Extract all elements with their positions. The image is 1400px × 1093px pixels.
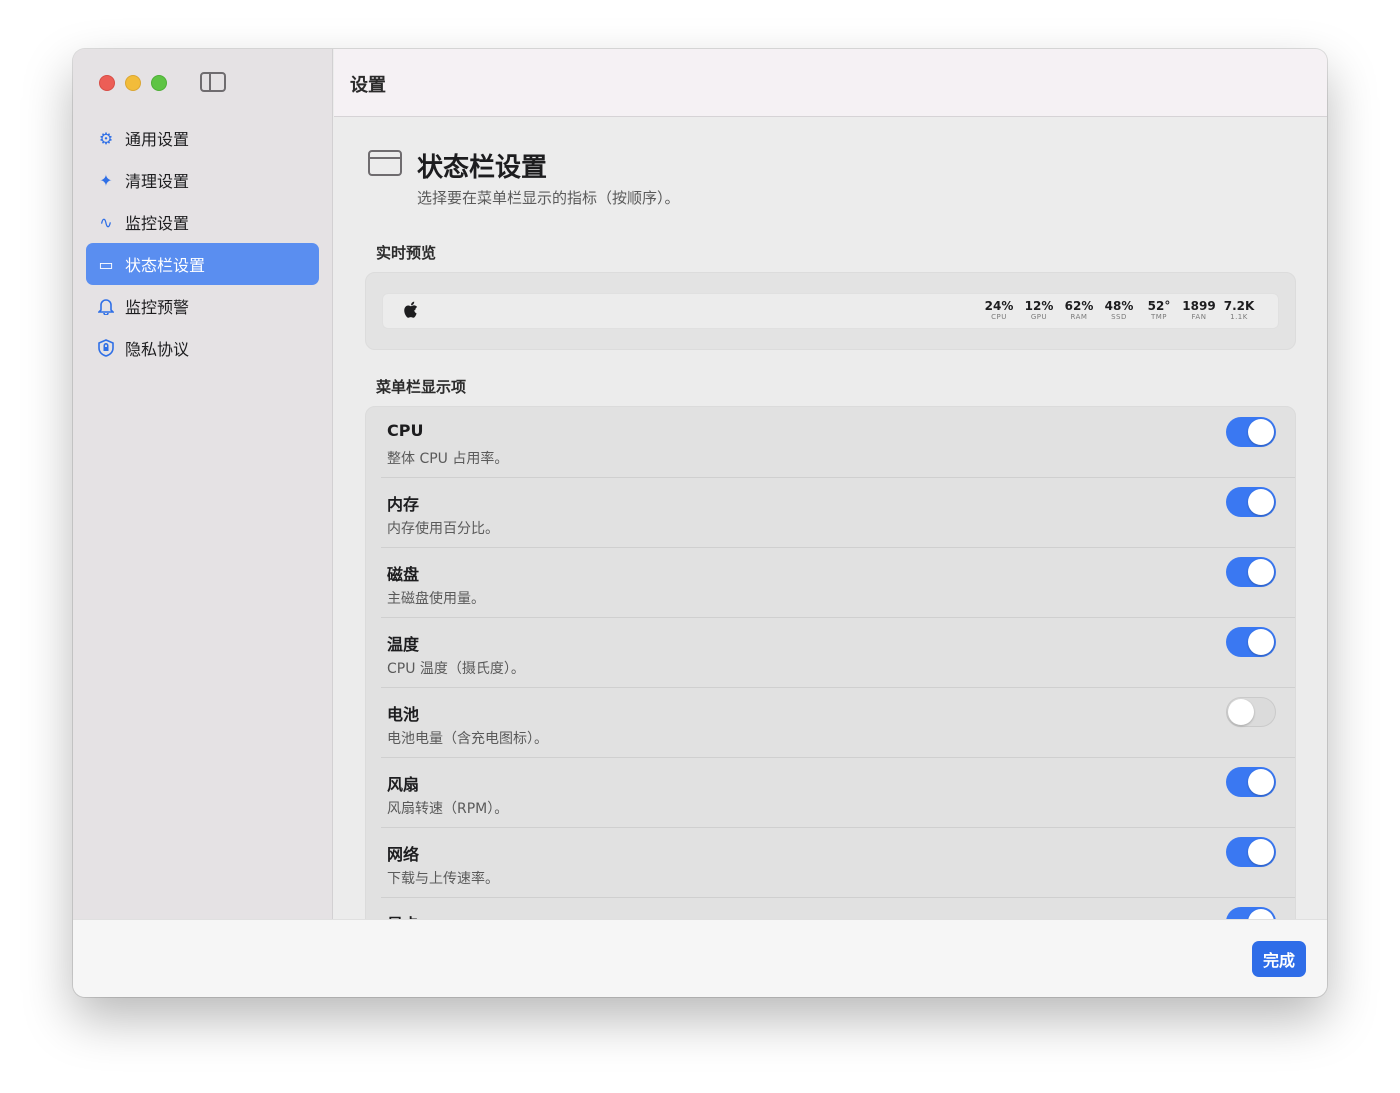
minimize-button[interactable]	[125, 75, 141, 91]
metric-label: SSD	[1111, 313, 1127, 321]
sidebar-item-label: 监控预警	[125, 298, 190, 317]
page-subtitle: 选择要在菜单栏显示的指标（按顺序）。	[417, 189, 680, 207]
item-name: CPU	[387, 421, 424, 440]
metric-gpu: 12% GPU	[1024, 299, 1054, 322]
list-item-fan: 风扇 风扇转速（RPM）。	[366, 757, 1295, 827]
sidebar-item-label: 清理设置	[125, 172, 190, 191]
item-description: 下载与上传速率。	[387, 871, 499, 887]
toggle-switch-temperature[interactable]	[1226, 627, 1276, 657]
settings-window: ⚙ 通用设置 ✦ 清理设置 ∿ 监控设置 ▭ 状态栏设置 监控预警 隐私协议 设…	[73, 49, 1327, 997]
item-description: CPU 温度（摄氏度）。	[387, 661, 525, 677]
toggle-switch-network[interactable]	[1226, 837, 1276, 867]
sparkle-icon: ✦	[99, 170, 113, 190]
item-description: 内存使用百分比。	[387, 521, 499, 537]
list-item-gpu: 显卡	[366, 897, 1295, 919]
done-button[interactable]: 完成	[1252, 941, 1306, 977]
metric-value: 48%	[1104, 299, 1134, 313]
item-name: 显卡	[387, 911, 419, 919]
sidebar-item-privacy[interactable]: 隐私协议	[86, 327, 319, 369]
metric-ssd: 48% SSD	[1104, 299, 1134, 322]
metric-label: GPU	[1030, 313, 1048, 321]
metric-network: 7.2K 1.1K	[1223, 299, 1255, 322]
toggle-switch-gpu[interactable]	[1226, 907, 1276, 919]
apple-logo-icon	[403, 301, 418, 323]
live-preview-panel: 24% CPU 12% GPU 62% RAM 48% SSD 52° TMP …	[365, 272, 1296, 350]
metric-value: 1899	[1182, 299, 1216, 313]
shield-icon	[96, 338, 116, 358]
list-item-cpu: CPU 整体 CPU 占用率。	[366, 407, 1295, 477]
sidebar-toggle-icon[interactable]	[200, 72, 226, 92]
preview-section-label: 实时预览	[376, 244, 437, 262]
metric-cpu: 24% CPU	[984, 299, 1014, 322]
metric-label: CPU	[991, 313, 1007, 321]
item-name: 风扇	[387, 775, 420, 794]
header-title: 设置	[350, 75, 386, 96]
bell-icon	[96, 296, 116, 316]
sidebar-item-alerts[interactable]: 监控预警	[86, 285, 319, 327]
item-description: 整体 CPU 占用率。	[387, 451, 509, 467]
item-description: 主磁盘使用量。	[387, 591, 485, 607]
list-item-temperature: 温度 CPU 温度（摄氏度）。	[366, 617, 1295, 687]
metric-tmp: 52° TMP	[1146, 299, 1172, 322]
item-name: 磁盘	[387, 565, 420, 584]
metric-label: FAN	[1191, 313, 1207, 321]
metric-label: 1.1K	[1230, 313, 1248, 321]
metric-label: RAM	[1070, 313, 1088, 321]
page-title: 状态栏设置	[417, 153, 548, 183]
toggle-switch-disk[interactable]	[1226, 557, 1276, 587]
item-description: 风扇转速（RPM）。	[387, 801, 509, 817]
list-item-network: 网络 下载与上传速率。	[366, 827, 1295, 897]
metric-value: 24%	[984, 299, 1014, 313]
sidebar-item-label: 通用设置	[125, 130, 190, 149]
gear-icon: ⚙	[98, 128, 114, 148]
sidebar-item-general[interactable]: ⚙ 通用设置	[86, 117, 319, 159]
sidebar-item-label: 隐私协议	[125, 340, 190, 359]
window-controls	[99, 75, 167, 91]
sidebar-item-statusbar[interactable]: ▭ 状态栏设置	[86, 243, 319, 285]
sidebar-nav: ⚙ 通用设置 ✦ 清理设置 ∿ 监控设置 ▭ 状态栏设置 监控预警 隐私协议	[86, 117, 319, 369]
zoom-button[interactable]	[151, 75, 167, 91]
item-description: 电池电量（含充电图标）。	[387, 731, 548, 747]
sidebar-item-label: 状态栏设置	[125, 256, 206, 275]
item-name: 温度	[387, 635, 420, 654]
footer-bar: 完成	[73, 919, 1327, 997]
window-icon	[368, 150, 402, 176]
metric-value: 52°	[1147, 299, 1171, 313]
menubar-metrics: 24% CPU 12% GPU 62% RAM 48% SSD 52° TMP …	[984, 299, 1255, 322]
metric-fan: 1899 FAN	[1182, 299, 1215, 322]
main-content: 状态栏设置 选择要在菜单栏显示的指标（按顺序）。 实时预览 24% CPU 12…	[334, 117, 1327, 919]
toggle-switch-cpu[interactable]	[1226, 417, 1276, 447]
items-section-label: 菜单栏显示项	[376, 378, 467, 396]
toggle-switch-battery[interactable]	[1226, 697, 1276, 727]
main-header: 设置	[334, 49, 1327, 117]
item-name: 网络	[387, 845, 420, 864]
menubar-preview: 24% CPU 12% GPU 62% RAM 48% SSD 52° TMP …	[382, 293, 1279, 329]
list-item-battery: 电池 电池电量（含充电图标）。	[366, 687, 1295, 757]
metric-ram: 62% RAM	[1064, 299, 1094, 322]
toggle-switch-memory[interactable]	[1226, 487, 1276, 517]
list-item-memory: 内存 内存使用百分比。	[366, 477, 1295, 547]
pulse-icon: ∿	[99, 212, 113, 232]
toggle-switch-fan[interactable]	[1226, 767, 1276, 797]
metric-value: 62%	[1064, 299, 1094, 313]
menubar-icon: ▭	[98, 254, 114, 274]
metric-label: TMP	[1150, 313, 1168, 321]
item-name: 内存	[387, 495, 420, 514]
sidebar-item-label: 监控设置	[125, 214, 190, 233]
item-name: 电池	[387, 705, 420, 724]
list-item-disk: 磁盘 主磁盘使用量。	[366, 547, 1295, 617]
close-button[interactable]	[99, 75, 115, 91]
sidebar: ⚙ 通用设置 ✦ 清理设置 ∿ 监控设置 ▭ 状态栏设置 监控预警 隐私协议	[73, 49, 333, 919]
menubar-items-list: CPU 整体 CPU 占用率。 内存 内存使用百分比。 磁盘 主磁盘使用量。 温…	[365, 406, 1296, 919]
metric-value: 7.2K	[1223, 299, 1255, 313]
sidebar-item-cleanup[interactable]: ✦ 清理设置	[86, 159, 319, 201]
sidebar-item-monitor[interactable]: ∿ 监控设置	[86, 201, 319, 243]
metric-value: 12%	[1024, 299, 1054, 313]
